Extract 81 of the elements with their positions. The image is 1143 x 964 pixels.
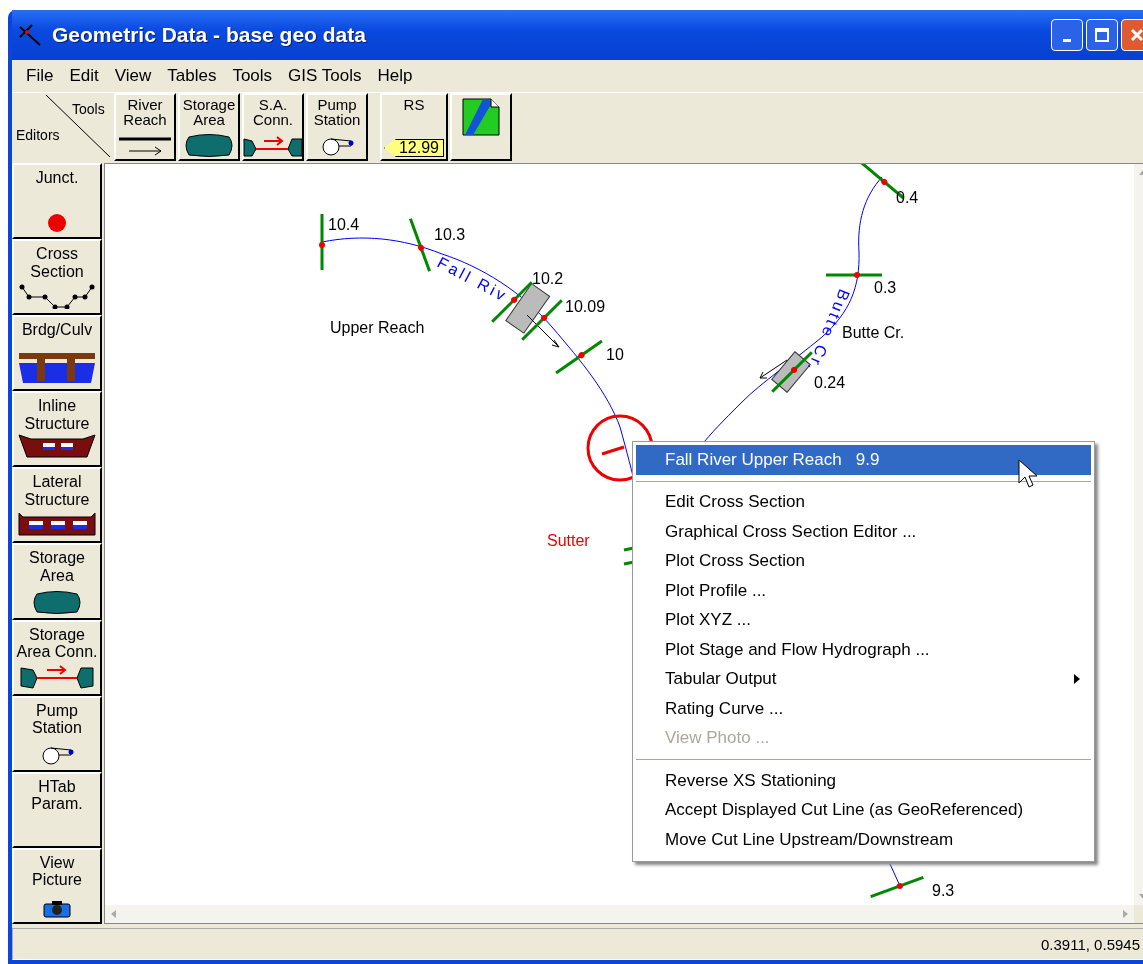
menu-item[interactable]: Plot Stage and Flow Hydrograph ... [633, 635, 1094, 665]
bridge-icon [17, 351, 97, 386]
menu-item[interactable]: Tabular Output [633, 664, 1094, 694]
editor-button[interactable]: Storage Area Conn. [12, 619, 102, 696]
menu-item[interactable]: Move Cut Line Upstream/Downstream [633, 825, 1094, 855]
station-label: 10.2 [532, 270, 564, 287]
menu-item[interactable]: Reverse XS Stationing [633, 766, 1094, 796]
window-title: Geometric Data - base geo data [52, 23, 366, 47]
mouse-cursor-icon [1018, 459, 1038, 489]
maximize-button[interactable] [1086, 19, 1118, 51]
station-label: 0.3 [874, 279, 897, 296]
minimize-button[interactable] [1051, 19, 1083, 51]
storage-area-icon [31, 589, 83, 614]
menu-item[interactable]: GIS Tools [280, 66, 370, 86]
minimize-icon [1063, 38, 1071, 42]
editors-label: Editors [16, 127, 60, 143]
junction-label: Sutter [547, 532, 590, 549]
editor-button[interactable]: View Picture [12, 847, 102, 924]
reach-label: Upper Reach [330, 319, 425, 336]
map-tool-button[interactable] [450, 93, 512, 161]
horizontal-scrollbar[interactable] [105, 905, 1134, 923]
menu-item[interactable]: Edit Cross Section [633, 487, 1094, 517]
tool-button[interactable]: S.A. Conn. [242, 93, 304, 161]
editor-button[interactable]: Brdg/Culv [12, 315, 102, 392]
junction-icon [47, 213, 67, 234]
editor-button[interactable]: Pump Station [12, 695, 102, 772]
tools-label: Tools [72, 101, 105, 117]
lateral-structure-icon [17, 511, 97, 538]
cross-section-marker [826, 272, 882, 278]
cross-section-marker [521, 299, 563, 341]
cross-section-marker [555, 339, 603, 375]
cursor-coordinates: 0.3911, 0.5945 [1041, 935, 1140, 953]
station-label: 0.4 [896, 189, 919, 206]
station-label: 10 [606, 346, 624, 363]
menu-item[interactable]: Accept Displayed Cut Line (as GeoReferenced) [633, 795, 1094, 825]
cross-section-marker [319, 214, 325, 270]
station-tag: 12.99 [383, 139, 444, 157]
tool-button[interactable]: Pump Station [306, 93, 368, 161]
menu-item[interactable]: View [106, 66, 160, 86]
camera-icon [43, 899, 71, 918]
menu-item[interactable]: Plot XYZ ... [633, 605, 1094, 635]
connection-icon [19, 663, 95, 690]
reach-arrow-icon [117, 135, 173, 157]
scroll-right-icon [1123, 910, 1128, 918]
menu-item[interactable]: Rating Curve ... [633, 694, 1094, 724]
menu-item[interactable]: Help [369, 66, 421, 86]
menu-item[interactable]: File [18, 66, 62, 86]
menu-item[interactable]: Graphical Cross Section Editor ... [633, 517, 1094, 547]
station-label: 0.24 [814, 374, 846, 391]
station-label: 10.3 [434, 226, 466, 243]
close-icon [1129, 27, 1143, 43]
menu-item[interactable]: Fall River Upper Reach 9.9 [636, 445, 1091, 475]
tool-button[interactable]: Storage Area [178, 93, 240, 161]
editor-button[interactable]: Inline Structure [12, 391, 102, 468]
submenu-arrow-icon [1074, 674, 1080, 685]
editor-button[interactable]: Storage Area [12, 543, 102, 620]
tool-button[interactable]: RS 12.99 [380, 93, 448, 161]
menu-item[interactable]: Plot Cross Section [633, 546, 1094, 576]
cross-section-icon [19, 283, 95, 310]
editor-button[interactable]: Junct. [12, 163, 102, 240]
station-label: 9.3 [932, 882, 955, 899]
menu-item[interactable]: Edit [61, 66, 107, 86]
cross-section-marker [870, 876, 924, 898]
station-label: 10.4 [328, 216, 360, 233]
storage-area-icon [183, 133, 235, 157]
river-name: Fall Riv [434, 253, 511, 305]
menu-item[interactable]: Plot Profile ... [633, 576, 1094, 606]
menu-item[interactable]: Tools [224, 66, 281, 86]
culvert-drawing [505, 283, 560, 348]
connection-icon [242, 133, 304, 157]
editor-button[interactable]: Lateral Structure [12, 467, 102, 544]
editor-button[interactable]: HTab Param. [12, 771, 102, 848]
station-label: 10.09 [565, 298, 606, 315]
maximize-icon [1094, 27, 1110, 43]
cross-section-marker [409, 218, 431, 272]
scroll-left-icon [111, 910, 116, 918]
menu-item[interactable]: Tables [159, 66, 225, 86]
editor-button[interactable]: Cross Section [12, 239, 102, 316]
map-icon [461, 97, 501, 137]
tool-button[interactable]: River Reach [114, 93, 176, 161]
junction-tick [601, 445, 625, 456]
